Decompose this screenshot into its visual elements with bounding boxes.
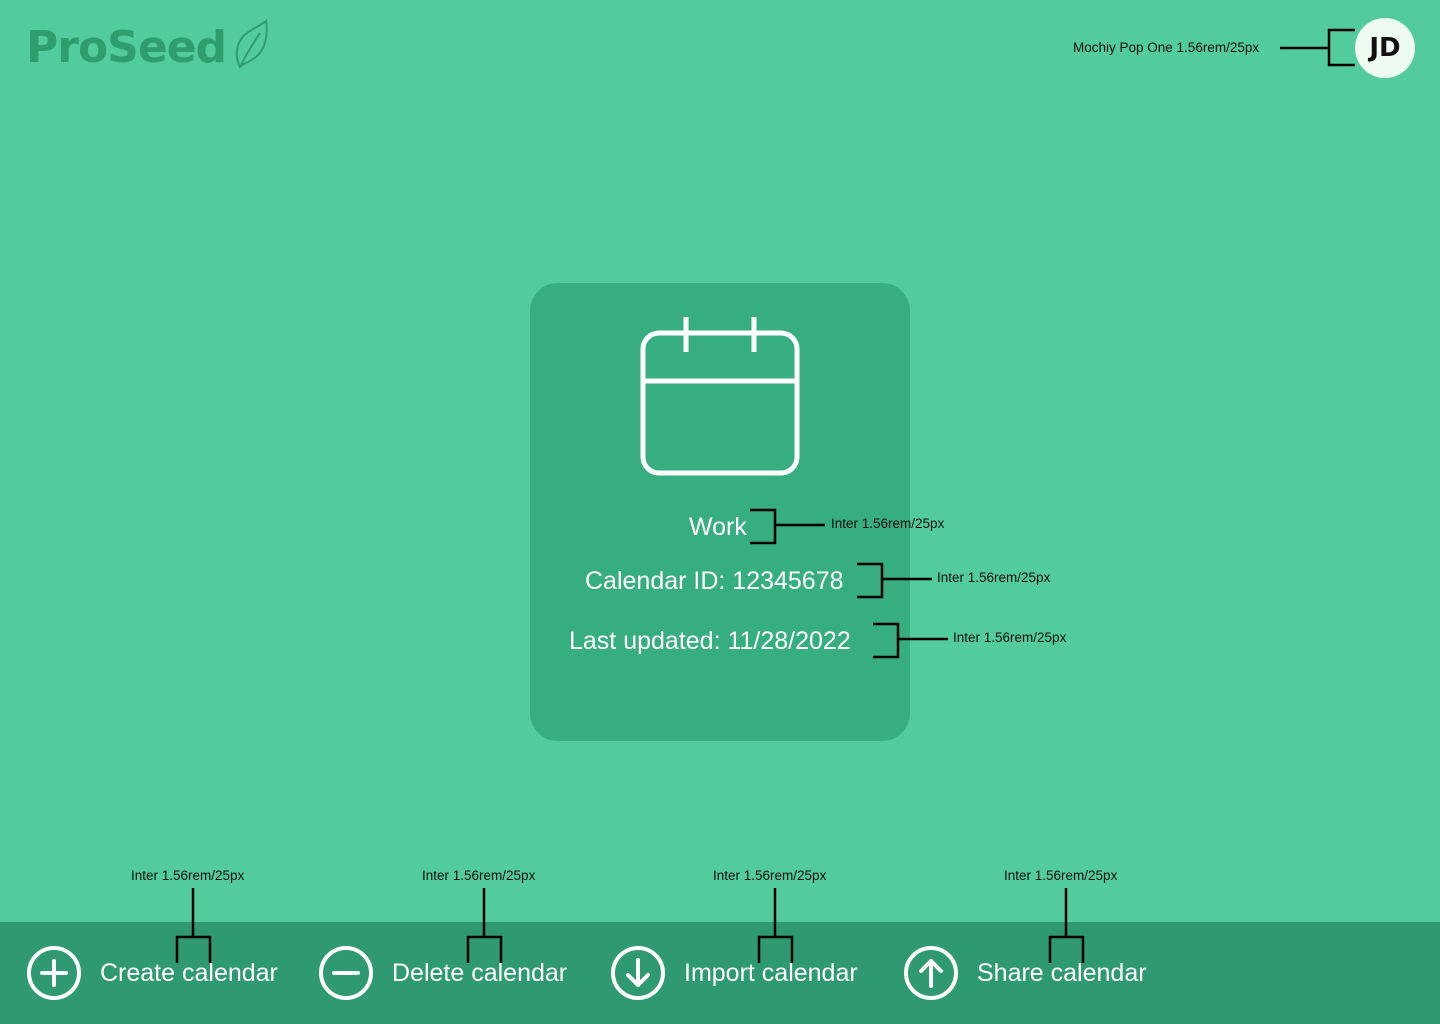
leaf-icon	[235, 19, 268, 69]
create-calendar-button[interactable]: Create calendar	[26, 922, 278, 1024]
delete-annotation-bracket	[466, 888, 503, 963]
user-avatar[interactable]: JD	[1355, 18, 1415, 78]
import-annotation-bracket	[757, 888, 794, 963]
share-calendar-button[interactable]: Share calendar	[903, 922, 1147, 1024]
calendar-last-updated: Last updated: 11/28/2022	[569, 627, 851, 655]
delete-font-annotation: Inter 1.56rem/25px	[422, 868, 536, 883]
avatar-annotation-bracket	[1280, 28, 1355, 67]
import-font-annotation: Inter 1.56rem/25px	[713, 868, 827, 883]
id-font-annotation: Inter 1.56rem/25px	[937, 570, 1051, 585]
arrow-down-circle-icon	[611, 946, 665, 1000]
create-annotation-bracket	[175, 888, 212, 963]
minus-circle-icon	[319, 946, 373, 1000]
delete-calendar-button[interactable]: Delete calendar	[318, 922, 567, 1024]
brand-logo[interactable]: ProSeed	[26, 18, 270, 78]
brand-name: ProSeed	[26, 22, 227, 73]
calendar-name: Work	[689, 513, 747, 541]
updated-font-annotation: Inter 1.56rem/25px	[953, 630, 1067, 645]
create-font-annotation: Inter 1.56rem/25px	[131, 868, 245, 883]
calendar-id: Calendar ID: 12345678	[585, 567, 844, 595]
import-calendar-button[interactable]: Import calendar	[610, 922, 858, 1024]
name-annotation-bracket	[750, 508, 825, 545]
calendar-icon	[640, 317, 800, 476]
id-annotation-bracket	[857, 562, 932, 599]
arrow-up-circle-icon	[904, 946, 958, 1000]
updated-annotation-bracket	[873, 622, 948, 659]
plus-circle-icon	[27, 946, 81, 1000]
share-font-annotation: Inter 1.56rem/25px	[1004, 868, 1118, 883]
share-annotation-bracket	[1048, 888, 1085, 963]
avatar-font-annotation: Mochiy Pop One 1.56rem/25px	[1073, 40, 1260, 55]
name-font-annotation: Inter 1.56rem/25px	[831, 516, 945, 531]
